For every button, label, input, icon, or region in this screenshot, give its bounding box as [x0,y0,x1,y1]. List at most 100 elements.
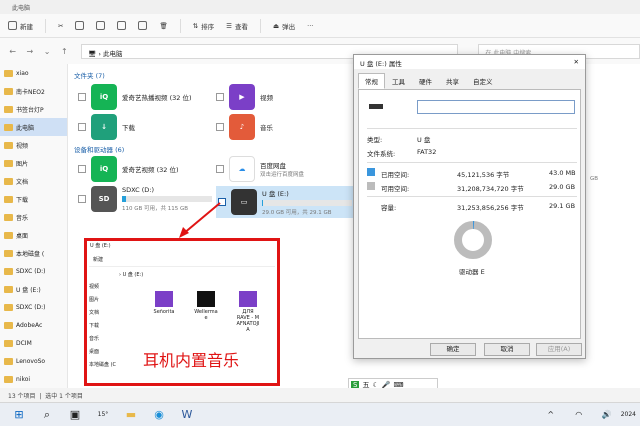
view-button[interactable]: ☰ 查看 [226,21,248,31]
clock[interactable]: 2024 [621,411,636,418]
ok-button[interactable]: 确定 [430,343,476,356]
sidebar-item[interactable]: 音乐 [0,208,67,226]
share-button[interactable] [138,21,148,30]
sidebar-item[interactable]: DCIM [0,334,67,352]
overlay-sidebar-item[interactable]: 桌面 [89,348,139,361]
music-folder-icon: ♪ [229,114,255,140]
sidebar-item[interactable]: AdobeAc [0,316,67,334]
task-view-icon[interactable]: ▣ [66,406,84,424]
folder-tile[interactable]: ♪ 音乐 [216,114,273,140]
tab-general[interactable]: 常规 [358,73,385,89]
volume-icon[interactable]: 🔊 [598,406,616,424]
checkbox[interactable] [78,165,86,173]
folder-tile[interactable]: iQ 爱奇艺热播视频 (32 位) [78,84,191,110]
folder-icon [4,213,13,221]
sidebar-item[interactable]: 下载 [0,190,67,208]
sidebar-item[interactable]: 桌面 [0,226,67,244]
sidebar-item[interactable]: nikoi [0,370,67,388]
tab-hardware[interactable]: 硬件 [412,73,439,89]
tray-chevron-icon[interactable]: ^ [542,406,560,424]
device-tile[interactable]: ☁ 百度网盘 双击运行百度网盘 [216,156,304,182]
drive-tile-selected[interactable]: ▭ U 盘 (E:) 29.0 GB 可用，共 29.1 GB [216,186,354,218]
device-tile[interactable]: iQ 爱奇艺视频 (32 位) [78,156,178,182]
folder-icon [4,303,13,311]
overlay-files: Señorita Wellerma e ДЛЯ RAVE - M AFNATOJI … [147,291,275,333]
file-explorer-icon[interactable]: ▬ [122,406,140,424]
folder-tile[interactable]: ▶ 视频 [216,84,273,110]
weather-icon[interactable]: 15° [94,406,112,424]
usage-bar [262,200,352,206]
cancel-button[interactable]: 取消 [484,343,530,356]
rename-button[interactable] [117,21,127,30]
overlay-address: › U 盘 (E:) [119,272,144,278]
checkbox[interactable] [78,195,86,203]
eject-button[interactable]: ⏏ 弹出 [273,21,295,31]
delete-button[interactable]: 🗑 [159,22,167,30]
overlay-sidebar-item[interactable]: 下载 [89,322,139,335]
forward-icon[interactable]: → [23,47,36,56]
download-folder-icon: ↓ [91,114,117,140]
free-label: 可用空间: [381,185,410,193]
overlay-file[interactable]: Señorita [147,291,181,333]
apply-button[interactable]: 应用(A) [536,343,582,356]
overlay-sidebar: 视频 图片 文档 下载 音乐 桌面 本地磁盘 (C [89,283,139,374]
sidebar-item[interactable]: U 盘 (E:) [0,280,67,298]
edge-icon[interactable]: ◉ [150,406,168,424]
copy-button[interactable] [75,21,85,30]
overlay-sidebar-item[interactable]: 本地磁盘 (C [89,361,139,374]
tab-sharing[interactable]: 共享 [439,73,466,89]
used-size: 43.0 MB [549,169,576,177]
folder-icon [4,195,13,203]
checkbox[interactable] [78,123,86,131]
more-button[interactable]: ··· [307,22,313,30]
folder-icon [4,105,13,113]
sidebar-item[interactable]: 文档 [0,172,67,190]
search-icon[interactable]: ⌕ [38,406,56,424]
overlay-sidebar-item[interactable]: 音乐 [89,335,139,348]
sidebar-item[interactable]: SDXC (D:) [0,298,67,316]
back-icon[interactable]: ← [6,47,19,56]
checkbox[interactable] [216,123,224,131]
sidebar-item[interactable]: xiao [0,64,67,82]
overlay-sidebar-item[interactable]: 视频 [89,283,139,296]
sidebar-item[interactable]: 书签台灯P [0,100,67,118]
new-button[interactable]: 新建 [8,21,33,31]
overlay-file[interactable]: ДЛЯ RAVE - M AFNATOJI A [231,291,265,333]
tab-customize[interactable]: 自定义 [466,73,500,89]
sort-button[interactable]: ⇅ 排序 [193,21,214,31]
start-icon[interactable]: ⊞ [10,406,28,424]
sidebar-item[interactable]: 图片 [0,154,67,172]
free-swatch [367,182,375,190]
overlay-sidebar-item[interactable]: 文档 [89,309,139,322]
folder-icon [4,123,13,131]
red-arrow [179,202,221,238]
up-icon[interactable]: ↑ [58,47,71,56]
checkbox[interactable] [216,93,224,101]
folder-icon [4,87,13,95]
overlay-sidebar-item[interactable]: 图片 [89,296,139,309]
sidebar-item[interactable]: 本地磁盘 ( [0,244,67,262]
cut-button[interactable]: ✂ [58,22,63,30]
close-icon[interactable]: ✕ [574,58,579,66]
sidebar-item[interactable]: 南卡NEO2 [0,82,67,100]
sidebar-item[interactable]: 此电脑 [0,118,67,136]
sidebar-item[interactable]: 视频 [0,136,67,154]
checkbox[interactable] [78,93,86,101]
paste-button[interactable] [96,21,106,30]
checkbox[interactable] [216,165,224,173]
donut-free-segment [454,221,492,259]
used-label: 已用空间: [381,171,410,179]
sidebar-item[interactable]: SDXC (D:) [0,262,67,280]
drive-name-input[interactable] [417,100,575,114]
overlay-file[interactable]: Wellerma e [189,291,223,333]
chevron-down-icon[interactable]: ⌄ [41,47,54,56]
wifi-icon[interactable]: ◠ [570,406,588,424]
folder-icon [4,375,13,383]
word-icon[interactable]: W [178,406,196,424]
folders-header[interactable]: 文件夹 (7) [68,70,105,80]
folder-tile[interactable]: ↓ 下载 [78,114,135,140]
sidebar-item[interactable]: LenovoSo [0,352,67,370]
folder-icon [4,69,13,77]
tab-tools[interactable]: 工具 [385,73,412,89]
devices-header[interactable]: 设备和驱动器 (6) [68,144,124,154]
